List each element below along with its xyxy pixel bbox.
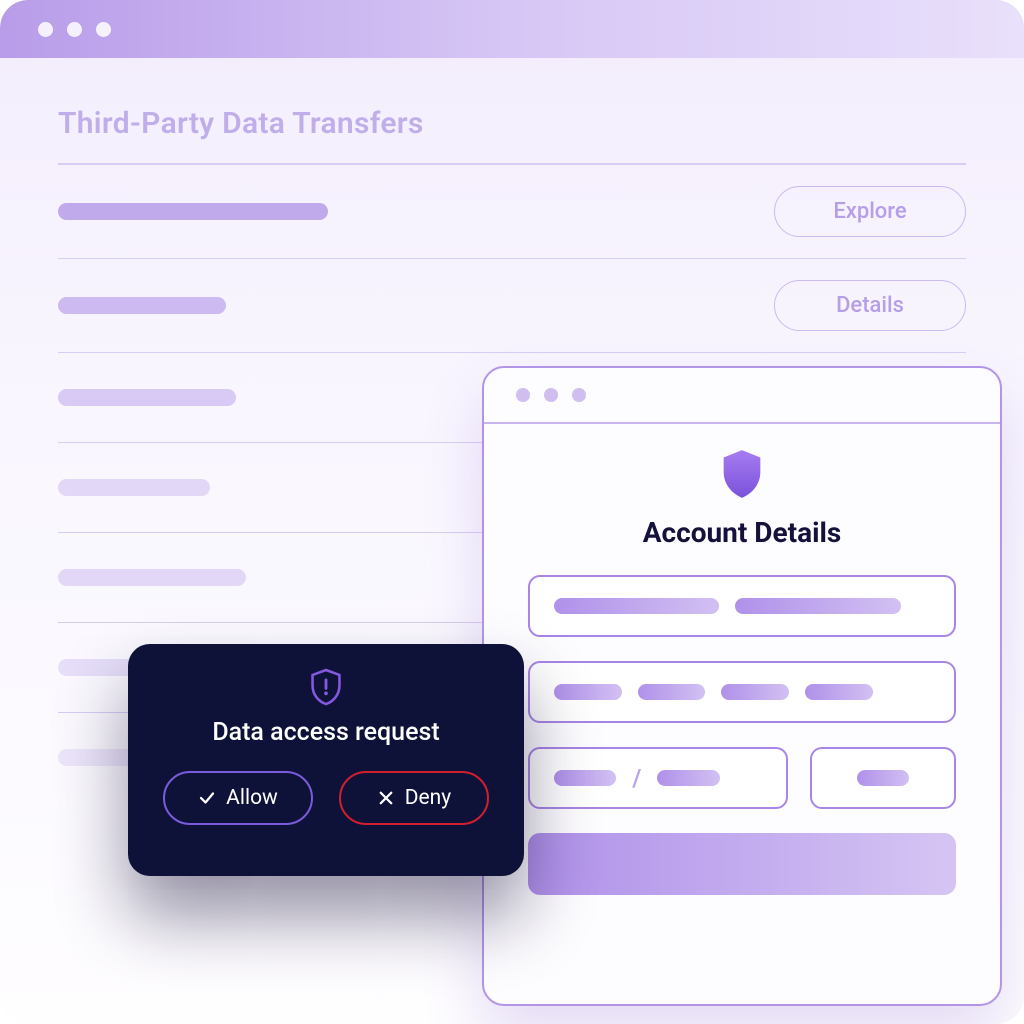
- sub-body: Account Details /: [484, 424, 1000, 895]
- field-placeholder: [554, 598, 719, 614]
- deny-button[interactable]: Deny: [339, 771, 489, 825]
- card-number-field[interactable]: [528, 661, 956, 723]
- app-canvas: Third-Party Data Transfers Explore Detai…: [0, 0, 1024, 1024]
- account-details-window: Account Details /: [482, 366, 1002, 1006]
- window-control-dot[interactable]: [67, 22, 82, 37]
- shield-alert-icon: [309, 668, 343, 706]
- field-placeholder: [638, 684, 706, 700]
- window-control-dot[interactable]: [572, 388, 586, 402]
- modal-button-row: Allow Deny: [163, 771, 489, 825]
- table-row: Details: [58, 259, 966, 353]
- deny-label: Deny: [405, 786, 451, 810]
- submit-button[interactable]: [528, 833, 956, 895]
- account-details-heading: Account Details: [643, 516, 842, 549]
- allow-button[interactable]: Allow: [163, 771, 313, 825]
- sub-titlebar: [484, 368, 1000, 424]
- page-title: Third-Party Data Transfers: [58, 106, 966, 141]
- window-control-dot[interactable]: [516, 388, 530, 402]
- modal-title: Data access request: [212, 718, 439, 747]
- table-row: Explore: [58, 165, 966, 259]
- window-control-dot[interactable]: [38, 22, 53, 37]
- name-field[interactable]: [528, 575, 956, 637]
- row-placeholder-text: [58, 479, 210, 496]
- cvc-field[interactable]: [810, 747, 956, 809]
- field-placeholder: [554, 684, 622, 700]
- field-placeholder: [735, 598, 900, 614]
- window-control-dot[interactable]: [96, 22, 111, 37]
- field-placeholder: [657, 770, 719, 786]
- row-placeholder-text: [58, 203, 328, 220]
- details-button[interactable]: Details: [774, 280, 966, 331]
- window-control-dot[interactable]: [544, 388, 558, 402]
- row-placeholder-text: [58, 569, 246, 586]
- main-titlebar: [0, 0, 1024, 58]
- slash-icon: /: [632, 764, 641, 792]
- close-icon: [377, 789, 395, 807]
- field-placeholder: [857, 770, 909, 786]
- row-placeholder-text: [58, 389, 236, 406]
- expiry-field[interactable]: /: [528, 747, 788, 809]
- field-placeholder: [805, 684, 873, 700]
- data-access-request-modal: Data access request Allow Deny: [128, 644, 524, 876]
- explore-button[interactable]: Explore: [774, 186, 966, 237]
- allow-label: Allow: [226, 786, 278, 810]
- field-placeholder: [554, 770, 616, 786]
- check-icon: [198, 789, 216, 807]
- shield-icon: [720, 450, 764, 498]
- row-placeholder-text: [58, 297, 226, 314]
- field-placeholder: [721, 684, 789, 700]
